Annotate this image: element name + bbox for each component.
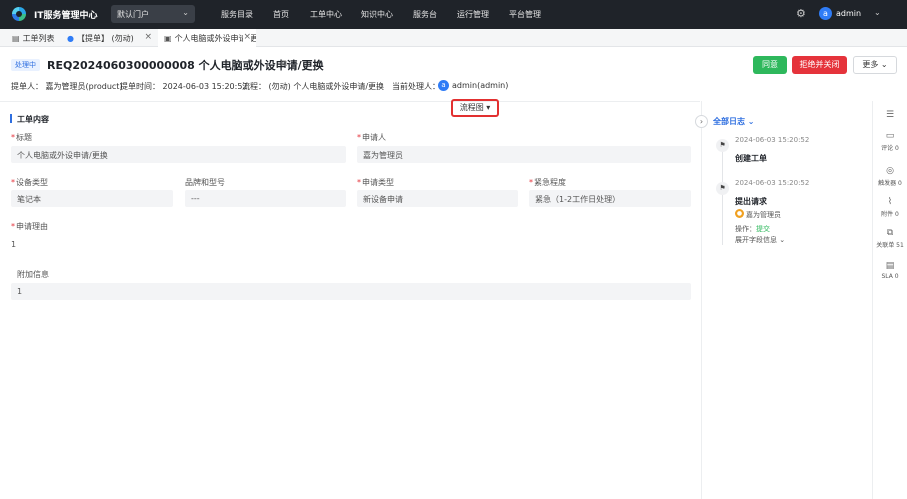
- approve-button[interactable]: 同意: [753, 56, 787, 74]
- chevron-down-icon: ⌄: [182, 8, 189, 17]
- panel-divider: [701, 101, 702, 499]
- ticket-icon: ▣: [164, 34, 172, 43]
- reject-close-button[interactable]: 拒绝并关闭: [792, 56, 847, 74]
- avatar: a: [438, 80, 449, 91]
- meta-handler-label: 当前处理人：: [392, 82, 440, 91]
- log-action-line: 操作：提交: [735, 225, 770, 233]
- rail-label: 关联单 51: [876, 242, 904, 249]
- meta-submit-time: 提单时间： 2024-06-03 15:20:52: [120, 82, 248, 91]
- section-marker: [10, 114, 12, 123]
- more-label: 更多: [862, 60, 879, 69]
- tab-submit-ticket[interactable]: ● 【提单】 (勿动) ×: [61, 29, 157, 47]
- applicant-field[interactable]: 嘉为管理员: [357, 146, 691, 163]
- flowchart-toggle[interactable]: 流程图 ▾: [451, 99, 499, 117]
- nav-item-platform[interactable]: 平台管理: [509, 9, 541, 20]
- nav-item-operations[interactable]: 运行管理: [457, 9, 489, 20]
- document-icon: ▤: [12, 34, 20, 43]
- rail-triggers[interactable]: ◎ 触发器 0: [873, 166, 907, 187]
- tab-bar: ▤工单列表 ●【提单】 (勿动) × ▣个人电脑或外设申请/更换 ×: [0, 29, 907, 47]
- portal-select-value: 默认门户: [117, 10, 149, 19]
- urgency-label: *紧急程度: [529, 178, 566, 187]
- apply-type-label: *申请类型: [357, 178, 394, 187]
- log-time: 2024-06-03 15:20:52: [735, 179, 810, 187]
- log-user: 嘉为管理员: [746, 211, 781, 219]
- log-filter[interactable]: 全部日志 ⌄: [713, 116, 755, 127]
- sla-icon: ▤: [885, 261, 895, 271]
- flag-icon: ⚑: [716, 139, 729, 152]
- divider: [0, 101, 700, 102]
- title-field[interactable]: 个人电脑或外设申请/更换: [11, 146, 346, 163]
- rail-sla[interactable]: ▤ SLA 0: [873, 261, 907, 280]
- status-badge: 处理中: [11, 59, 40, 71]
- tab-label: 【提单】 (勿动): [76, 34, 134, 43]
- app-logo-icon: [12, 7, 26, 21]
- rail-related[interactable]: ⧉ 关联单 51: [873, 228, 907, 249]
- chevron-down-icon: ⌄: [880, 60, 888, 69]
- chevron-down-icon: ⌄: [777, 236, 786, 244]
- log-title: 提出请求: [735, 197, 767, 206]
- expand-fields-link[interactable]: 展开字段信息 ⌄: [735, 235, 785, 245]
- urgency-field[interactable]: 紧急（1-2工作日处理）: [529, 190, 691, 207]
- log-filter-label: 全部日志: [713, 117, 745, 126]
- applicant-label: *申请人: [357, 133, 386, 142]
- close-icon[interactable]: ×: [144, 32, 152, 42]
- reason-value: 1: [11, 240, 17, 249]
- tab-label: 工单列表: [22, 34, 55, 43]
- rail-label: 附件 0: [881, 211, 899, 218]
- rail-attachments[interactable]: ⌇ 附件 0: [873, 197, 907, 218]
- nav-item-home[interactable]: 首页: [273, 9, 289, 20]
- nav-item-service-desk[interactable]: 服务台: [413, 9, 437, 20]
- user-avatar[interactable]: a: [819, 7, 832, 20]
- outline-icon: ☰: [885, 110, 895, 120]
- chevron-down-icon[interactable]: ⌄: [874, 8, 881, 17]
- username[interactable]: admin: [836, 9, 861, 18]
- nav-item-service-catalog[interactable]: 服务目录: [221, 9, 253, 20]
- tab-current-ticket[interactable]: ▣个人电脑或外设申请/更换 ×: [158, 29, 256, 47]
- comment-icon: ▭: [885, 131, 895, 141]
- portal-select[interactable]: 默认门户 ⌄: [111, 5, 195, 23]
- rail-label: SLA 0: [881, 273, 899, 280]
- meta-submitter: 提单人： 嘉为管理员(product): [11, 82, 123, 91]
- tab-ticket-list[interactable]: ▤ 工单列表: [6, 29, 60, 47]
- apply-type-field[interactable]: 新设备申请: [357, 190, 518, 207]
- rail-outline[interactable]: ☰: [873, 110, 907, 122]
- flowchart-toggle-label: 流程图: [459, 103, 484, 112]
- avatar: ●: [735, 209, 744, 218]
- nav-item-knowledge-center[interactable]: 知识中心: [361, 9, 393, 20]
- reason-label: *申请理由: [11, 222, 48, 231]
- flag-icon: ⚑: [716, 182, 729, 195]
- extra-info-field[interactable]: 1: [11, 283, 691, 300]
- gear-icon[interactable]: ⚙: [796, 8, 808, 20]
- brand-label: 品牌和型号: [185, 178, 225, 187]
- rail-label: 评论 0: [881, 145, 899, 152]
- brand-field[interactable]: ---: [185, 190, 346, 207]
- top-navbar: IT服务管理中心 默认门户 ⌄ 服务目录 首页 工单中心 知识中心 服务台 运行…: [0, 0, 907, 29]
- copy-icon[interactable]: ⧉: [281, 59, 287, 69]
- chevron-down-icon: ⌄: [747, 117, 755, 126]
- trigger-icon: ◎: [886, 166, 894, 176]
- log-action: 提交: [756, 225, 770, 233]
- meta-handler: admin(admin): [452, 81, 509, 90]
- nav-item-ticket-center[interactable]: 工单中心: [310, 9, 342, 20]
- close-icon[interactable]: ×: [243, 32, 251, 42]
- device-type-label: *设备类型: [11, 178, 48, 187]
- meta-flow: 流程： (勿动) 个人电脑或外设申请/更换: [242, 82, 385, 91]
- title-label: *标题: [11, 133, 32, 142]
- caret-down-icon: ▾: [486, 103, 491, 112]
- rail-comments[interactable]: ▭ 评论 0: [873, 131, 907, 152]
- collapse-panel-button[interactable]: ›: [695, 115, 708, 128]
- device-type-field[interactable]: 笔记本: [11, 190, 173, 207]
- extra-info-label: 附加信息: [17, 270, 49, 279]
- log-time: 2024-06-03 15:20:52: [735, 136, 810, 144]
- timeline-line: [722, 145, 723, 245]
- rail-divider: [872, 101, 873, 499]
- rail-label: 触发器 0: [878, 180, 902, 187]
- service-icon: ●: [67, 34, 74, 43]
- section-title: 工单内容: [17, 115, 49, 124]
- paperclip-icon: ⌇: [887, 197, 893, 207]
- log-title: 创建工单: [735, 154, 767, 163]
- more-button[interactable]: 更多 ⌄: [853, 56, 897, 74]
- app-title: IT服务管理中心: [34, 11, 98, 21]
- link-icon: ⧉: [886, 228, 894, 238]
